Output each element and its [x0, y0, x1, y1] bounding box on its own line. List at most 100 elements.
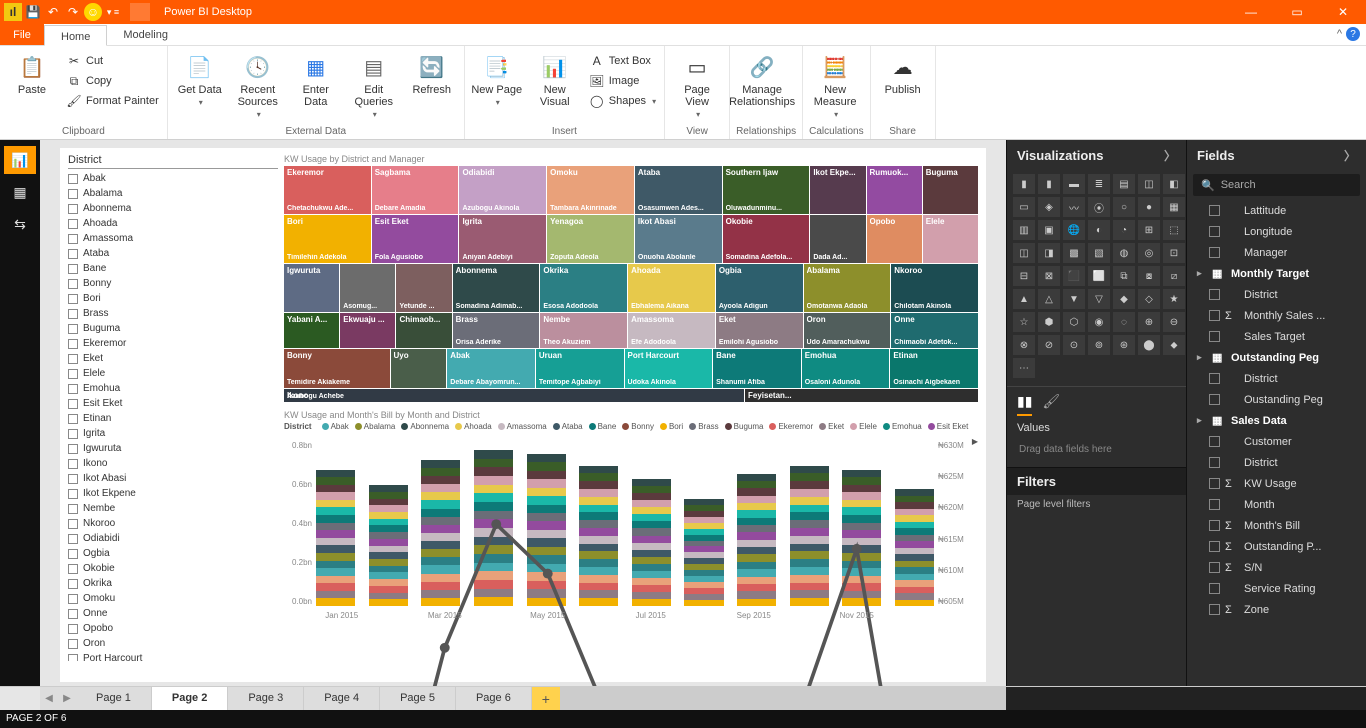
legend-item[interactable]: Ataba — [553, 422, 583, 431]
treemap-tile[interactable]: Ekwuaju ... — [340, 313, 395, 348]
manage-relationships-button[interactable]: 🔗Manage Relationships — [736, 48, 788, 108]
treemap-tile[interactable]: Asomug... — [340, 264, 395, 312]
checkbox-icon[interactable] — [68, 264, 78, 274]
viz-type-icon[interactable]: ⦿ — [1088, 197, 1110, 217]
treemap-tile[interactable]: Buguma — [923, 166, 978, 214]
slicer-item[interactable]: Port Harcourt — [68, 651, 278, 661]
viz-type-icon[interactable]: 🌐 — [1063, 220, 1085, 240]
slicer-item[interactable]: Okrika — [68, 576, 278, 591]
viz-type-icon[interactable]: ▲ — [1013, 289, 1035, 309]
checkbox-icon[interactable] — [68, 654, 78, 662]
district-slicer[interactable]: District AbakAbalamaAbonnemaAhoadaAmasso… — [68, 154, 278, 676]
smiley-icon[interactable]: ☺ — [84, 3, 102, 21]
new-measure-button[interactable]: 🧮New Measure — [809, 48, 861, 119]
image-button[interactable]: 🖼Image — [587, 72, 658, 90]
checkbox-icon[interactable] — [68, 279, 78, 289]
legend-item[interactable]: Ekeremor — [769, 422, 813, 431]
treemap-tile[interactable]: OdiabidiAzubogu Akinola — [459, 166, 546, 214]
page-tab[interactable]: Page 1 — [76, 687, 152, 710]
viz-type-icon[interactable]: ⊞ — [1138, 220, 1160, 240]
treemap-tile[interactable]: BonnyTemidire Akiakeme — [284, 349, 390, 388]
field-item[interactable]: ΣKW Usage — [1189, 473, 1364, 494]
viz-type-icon[interactable]: ◔ — [1113, 220, 1135, 240]
bar-column[interactable] — [737, 473, 776, 606]
treemap-tile[interactable]: Igwuruta — [284, 264, 339, 312]
viz-type-icon[interactable]: ⧉ — [1113, 266, 1135, 286]
legend-item[interactable]: Elele — [850, 422, 877, 431]
viz-type-icon[interactable]: ◈ — [1038, 197, 1060, 217]
checkbox-icon[interactable] — [68, 549, 78, 559]
field-item[interactable]: District — [1189, 284, 1364, 305]
field-item[interactable]: ΣMonth's Bill — [1189, 515, 1364, 536]
viz-type-icon[interactable]: ⧇ — [1138, 266, 1160, 286]
checkbox-icon[interactable] — [68, 369, 78, 379]
fields-search[interactable]: 🔍Search — [1193, 174, 1360, 196]
viz-type-icon[interactable]: ◫ — [1138, 174, 1160, 194]
save-icon[interactable]: 💾 — [24, 3, 42, 21]
slicer-item[interactable]: Igwuruta — [68, 441, 278, 456]
checkbox-icon[interactable] — [68, 219, 78, 229]
checkbox-icon[interactable] — [68, 204, 78, 214]
viz-type-icon[interactable]: ▭ — [1013, 197, 1035, 217]
page-next-icon[interactable]: ▶ — [58, 687, 76, 710]
legend-item[interactable]: Eket — [819, 422, 844, 431]
format-painter-button[interactable]: 🖌Format Painter — [64, 92, 161, 110]
bar-column[interactable] — [895, 489, 934, 606]
viz-type-icon[interactable]: ⬜ — [1088, 266, 1110, 286]
slicer-item[interactable]: Ikono — [68, 456, 278, 471]
legend-item[interactable]: Abak — [322, 422, 349, 431]
page-tab[interactable]: Page 4 — [304, 687, 380, 710]
viz-type-icon[interactable]: ★ — [1163, 289, 1185, 309]
text-box-button[interactable]: AText Box — [587, 52, 658, 70]
cut-button[interactable]: ✂Cut — [64, 52, 161, 70]
checkbox-icon[interactable] — [68, 474, 78, 484]
viz-type-icon[interactable]: ▣ — [1038, 220, 1060, 240]
treemap-tile[interactable]: EtinanOsinachi Aigbekaen — [890, 349, 978, 388]
treemap-tile[interactable]: AhoadaEbhalema Aikana — [628, 264, 715, 312]
viz-type-icon[interactable]: ⊕ — [1138, 312, 1160, 332]
slicer-item[interactable]: Igrita — [68, 426, 278, 441]
slicer-item[interactable]: Amassoma — [68, 231, 278, 246]
checkbox-icon[interactable] — [68, 609, 78, 619]
slicer-item[interactable]: Opobo — [68, 621, 278, 636]
combo-chart-visual[interactable]: KW Usage and Month's Bill by Month and D… — [284, 410, 978, 676]
page-tab[interactable]: Page 2 — [152, 687, 228, 710]
viz-type-icon[interactable]: △ — [1038, 289, 1060, 309]
field-item[interactable]: Lattitude — [1189, 200, 1364, 221]
legend-item[interactable]: Esit Eket — [928, 422, 969, 431]
viz-type-icon[interactable]: ▧ — [1088, 243, 1110, 263]
page-prev-icon[interactable]: ◀ — [40, 687, 58, 710]
viz-type-icon[interactable]: ◆ — [1113, 289, 1135, 309]
slicer-item[interactable]: Abalama — [68, 186, 278, 201]
new-visual-button[interactable]: 📊New Visual — [529, 48, 581, 108]
viz-type-icon[interactable]: ⬥ — [1163, 335, 1185, 355]
get-data-button[interactable]: 📄Get Data — [174, 48, 226, 107]
checkbox-icon[interactable] — [1209, 331, 1220, 342]
viz-type-icon[interactable]: ▥ — [1013, 220, 1035, 240]
publish-button[interactable]: ☁Publish — [877, 48, 929, 96]
enter-data-button[interactable]: ▦Enter Data — [290, 48, 342, 108]
checkbox-icon[interactable] — [68, 504, 78, 514]
viz-type-icon[interactable]: ▤ — [1113, 174, 1135, 194]
slicer-item[interactable]: Nembe — [68, 501, 278, 516]
recent-sources-button[interactable]: 🕓Recent Sources — [232, 48, 284, 119]
checkbox-icon[interactable] — [1209, 226, 1220, 237]
viz-type-icon[interactable]: ⬚ — [1163, 220, 1185, 240]
checkbox-icon[interactable] — [68, 309, 78, 319]
redo-icon[interactable]: ↷ — [64, 3, 82, 21]
treemap-tile[interactable]: Southern IjawOluwadunminu... — [723, 166, 810, 214]
legend-item[interactable]: Abonnema — [401, 422, 449, 431]
slicer-item[interactable]: Abak — [68, 171, 278, 186]
field-item[interactable]: Manager — [1189, 242, 1364, 263]
legend-item[interactable]: Buguma — [725, 422, 764, 431]
treemap-tile[interactable]: AbalamaOmotanwa Adaola — [804, 264, 891, 312]
viz-type-icon[interactable]: ☆ — [1013, 312, 1035, 332]
format-well-icon[interactable]: 🖌 — [1042, 393, 1060, 416]
treemap-tile[interactable]: Ikot Ekpe... — [810, 166, 865, 214]
treemap-tile[interactable]: Rumuok... — [867, 166, 922, 214]
treemap-tile[interactable]: Dada Ad... — [810, 215, 865, 263]
checkbox-icon[interactable] — [68, 174, 78, 184]
viz-type-icon[interactable]: ◎ — [1138, 243, 1160, 263]
slicer-item[interactable]: Abonnema — [68, 201, 278, 216]
viz-type-icon[interactable]: ⊙ — [1063, 335, 1085, 355]
